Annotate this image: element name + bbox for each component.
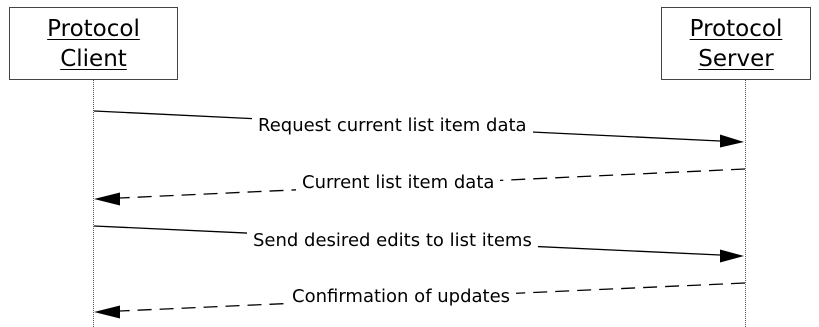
message-label-confirmation: Confirmation of updates [286,286,517,308]
message-arrows [93,110,746,319]
message-label-current-data: Current list item data [296,172,501,194]
message-label-request: Request current list item data [252,115,533,137]
message-label-send-edits: Send desired edits to list items [247,230,538,252]
